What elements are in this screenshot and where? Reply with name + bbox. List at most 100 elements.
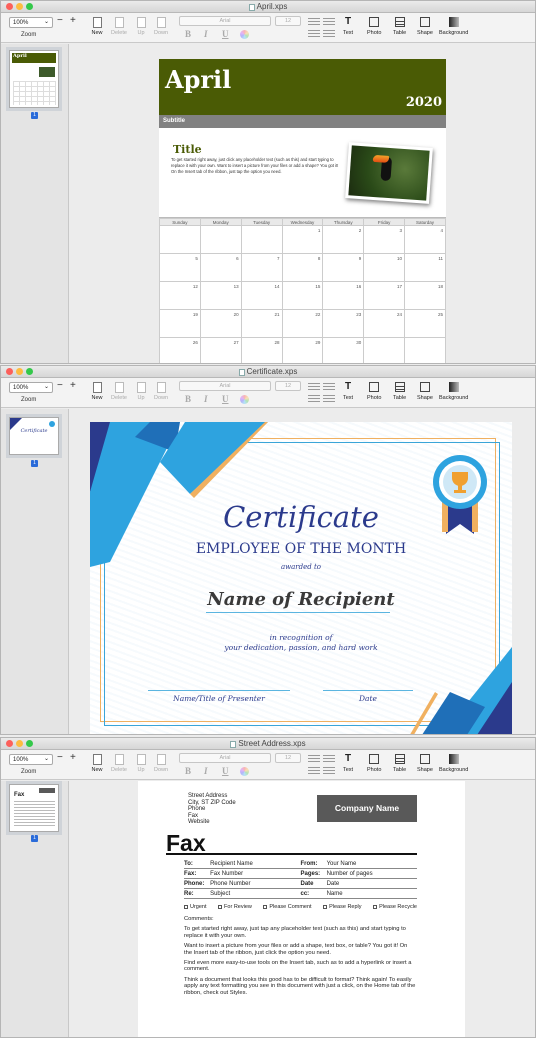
subtitle-bar[interactable]: Subtitle (159, 115, 446, 128)
zoom-select[interactable]: 100% (9, 754, 53, 765)
zoom-out-button[interactable]: − (57, 15, 63, 26)
delete-button[interactable]: Delete (107, 382, 131, 401)
page-thumbnail[interactable]: Fax (9, 784, 59, 832)
title-bar[interactable]: Certificate.xps (1, 366, 535, 378)
body-paragraph[interactable]: Want to insert a picture from your files… (184, 943, 417, 956)
field-value[interactable]: Name (327, 889, 417, 898)
text-button[interactable]: T Text (343, 382, 353, 402)
close-icon[interactable] (6, 368, 13, 375)
align-center-icon[interactable] (308, 395, 320, 404)
zoom-select[interactable]: 100% (9, 17, 53, 28)
calendar-day-cell[interactable]: 12 (159, 281, 201, 310)
align-left-icon[interactable] (308, 755, 320, 764)
font-size-select[interactable]: 12 (275, 753, 301, 763)
field-value[interactable]: Phone Number (210, 879, 300, 888)
calendar-day-cell[interactable]: 23 (322, 309, 365, 338)
align-right-icon[interactable] (323, 18, 335, 27)
close-icon[interactable] (6, 740, 13, 747)
align-left-icon[interactable] (308, 18, 320, 27)
zoom-in-button[interactable]: + (70, 15, 76, 26)
certificate-subtitle[interactable]: EMPLOYEE OF THE MONTH (90, 541, 512, 557)
bold-button[interactable]: B (185, 766, 191, 776)
color-wheel-icon[interactable] (240, 30, 249, 39)
calendar-day-cell[interactable]: 20 (199, 309, 242, 338)
calendar-day-cell[interactable]: 17 (363, 281, 406, 310)
calendar-day-cell[interactable]: 13 (199, 281, 242, 310)
calendar-day-cell[interactable]: 3 (363, 225, 406, 254)
italic-button[interactable]: I (204, 29, 208, 39)
calendar-day-cell[interactable]: 1 (281, 225, 324, 254)
page-thumbnail[interactable]: April (9, 50, 59, 108)
calendar-day-cell[interactable]: 18 (404, 281, 446, 310)
align-left-icon[interactable] (308, 383, 320, 392)
photo-button[interactable]: Photo (367, 17, 381, 36)
font-select[interactable]: Arial (179, 381, 271, 391)
calendar-day-cell[interactable]: 24 (363, 309, 406, 338)
shape-button[interactable]: Shape (417, 382, 433, 401)
field-value[interactable]: Number of pages (327, 869, 417, 878)
font-select[interactable]: Arial (179, 16, 271, 26)
fax-body[interactable]: Comments: To get started right away, just… (184, 916, 417, 1000)
close-icon[interactable] (6, 3, 13, 10)
calendar-day-cell[interactable] (159, 225, 201, 254)
align-justify-icon[interactable] (323, 395, 335, 404)
align-right-icon[interactable] (323, 755, 335, 764)
calendar-day-cell[interactable]: 26 (159, 337, 201, 363)
background-button[interactable]: Background (439, 754, 468, 773)
calendar-day-cell[interactable]: 9 (322, 253, 365, 282)
down-button[interactable]: Down (149, 17, 173, 36)
bold-button[interactable]: B (185, 29, 191, 39)
zoom-select[interactable]: 100% (9, 382, 53, 393)
body-paragraph[interactable]: To get started right away, just tap any … (184, 926, 417, 939)
table-button[interactable]: Table (393, 382, 406, 401)
calendar-day-cell[interactable]: 15 (281, 281, 324, 310)
zoom-out-button[interactable]: − (57, 380, 63, 391)
toucan-photo[interactable] (345, 142, 433, 204)
sender-address[interactable]: Street Address City, ST ZIP Code Phone Fax W… (188, 793, 236, 826)
font-size-select[interactable]: 12 (275, 16, 301, 26)
photo-button[interactable]: Photo (367, 754, 381, 773)
align-right-icon[interactable] (323, 383, 335, 392)
title-bar[interactable]: Street Address.xps (1, 738, 535, 750)
calendar-day-cell[interactable]: 28 (240, 337, 283, 363)
field-value[interactable]: Your Name (327, 859, 417, 868)
minimize-icon[interactable] (16, 3, 23, 10)
minimize-icon[interactable] (16, 368, 23, 375)
calendar-day-cell[interactable]: 16 (322, 281, 365, 310)
certificate-title[interactable]: Certificate (90, 500, 512, 534)
calendar-day-cell[interactable]: 14 (240, 281, 283, 310)
awarded-to-label[interactable]: awarded to (90, 563, 512, 571)
align-center-icon[interactable] (308, 30, 320, 39)
calendar-body-text[interactable]: To get started right away, just click an… (171, 157, 343, 175)
month-title[interactable]: April (165, 65, 231, 94)
checkbox-option[interactable]: Please Recycle (373, 904, 417, 910)
background-button[interactable]: Background (439, 382, 468, 401)
underline-button[interactable]: U (222, 394, 229, 404)
italic-button[interactable]: I (204, 394, 208, 404)
year-label[interactable]: 2020 (406, 95, 442, 110)
checkbox-option[interactable]: Please Comment (263, 904, 312, 910)
calendar-day-cell[interactable]: 21 (240, 309, 283, 338)
checkbox-option[interactable]: Please Reply (323, 904, 362, 910)
field-value[interactable]: Fax Number (210, 869, 300, 878)
calendar-day-cell[interactable]: 25 (404, 309, 446, 338)
underline-button[interactable]: U (222, 29, 229, 39)
calendar-day-cell[interactable]: 11 (404, 253, 446, 282)
calendar-day-cell[interactable]: 8 (281, 253, 324, 282)
table-button[interactable]: Table (393, 754, 406, 773)
company-name-box[interactable]: Company Name (317, 795, 417, 822)
field-value[interactable]: Recipient Name (210, 859, 300, 868)
new-button[interactable]: New (85, 382, 109, 401)
recipient-name[interactable]: Name of Recipient (90, 589, 512, 610)
text-button[interactable]: T Text (343, 17, 353, 37)
calendar-day-cell[interactable]: 29 (281, 337, 324, 363)
minimize-icon[interactable] (16, 740, 23, 747)
new-button[interactable]: New (85, 754, 109, 773)
delete-button[interactable]: Delete (107, 17, 131, 36)
zoom-window-icon[interactable] (26, 368, 33, 375)
shape-button[interactable]: Shape (417, 754, 433, 773)
calendar-day-cell[interactable]: 30 (322, 337, 365, 363)
calendar-day-cell[interactable]: 10 (363, 253, 406, 282)
photo-button[interactable]: Photo (367, 382, 381, 401)
title-bar[interactable]: April.xps (1, 1, 535, 13)
